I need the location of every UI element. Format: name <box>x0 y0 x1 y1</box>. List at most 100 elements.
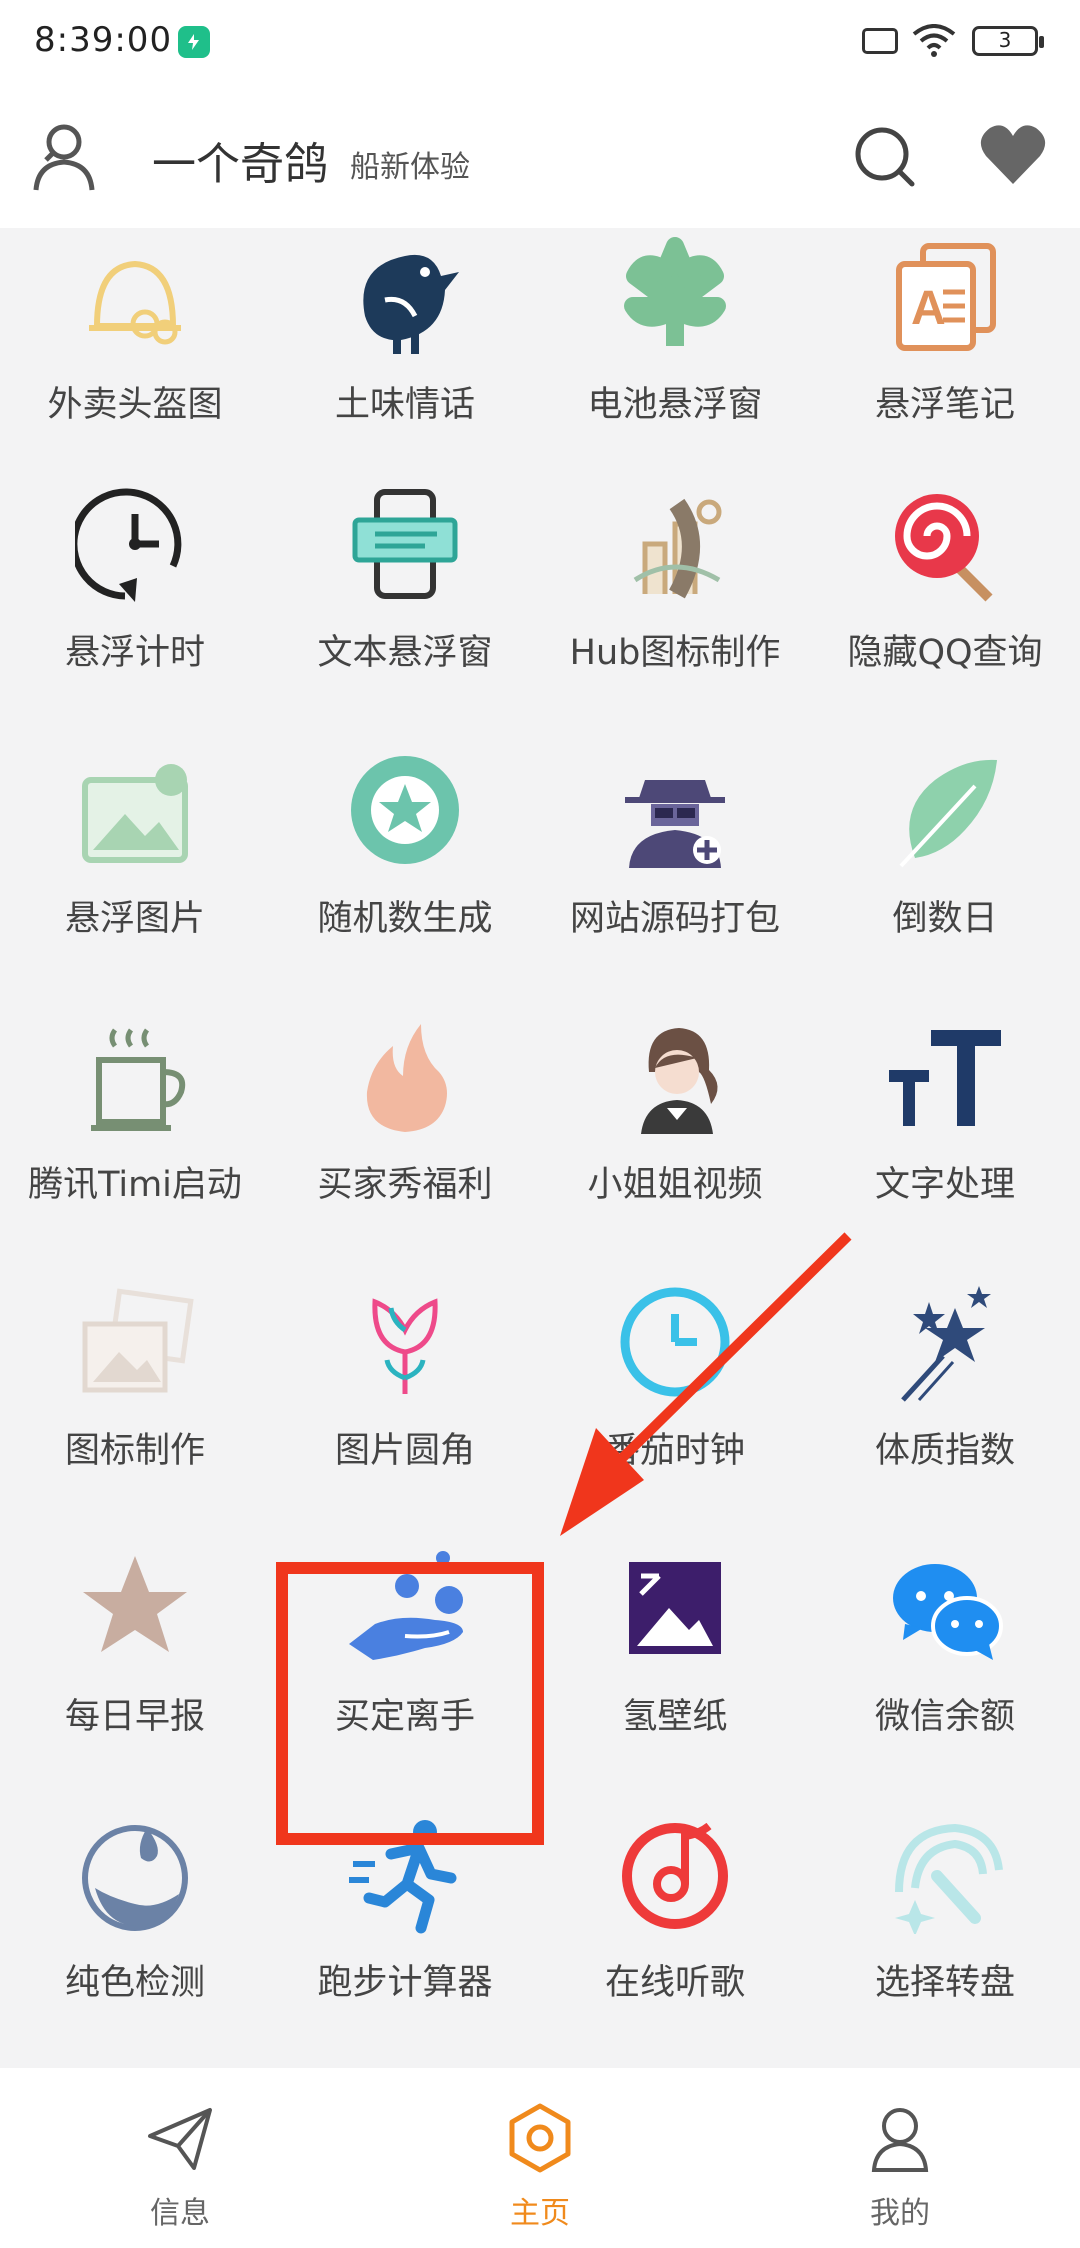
highlight-box <box>276 1562 544 1845</box>
home-hex-icon <box>509 2103 571 2173</box>
tool-label: 纯色检测 <box>64 1963 205 2003</box>
text-window-icon <box>352 489 458 599</box>
tool-label: 网站源码打包 <box>569 899 780 939</box>
tool-wallpaper[interactable]: 氢壁纸 <box>540 1548 810 1823</box>
magic-wand-icon <box>901 1286 991 1402</box>
tool-drop[interactable]: 纯色检测 <box>0 1814 270 2089</box>
tool-label: Hub图标制作 <box>569 633 781 673</box>
tool-leaf[interactable]: 电池悬浮窗 <box>540 236 810 511</box>
tool-label: 图片圆角 <box>334 1431 475 1471</box>
tool-label: 电池悬浮窗 <box>587 385 763 425</box>
tool-label: 倒数日 <box>892 899 998 939</box>
tool-label: 悬浮图片 <box>64 899 205 939</box>
tool-lollipop[interactable]: 隐藏QQ查询 <box>810 484 1080 759</box>
tool-timer[interactable]: 悬浮计时 <box>0 484 270 759</box>
tool-spy[interactable]: 网站源码打包 <box>540 750 810 1025</box>
app-title: 一个奇鸽 <box>152 139 328 190</box>
person-icon <box>871 2108 929 2172</box>
tool-star[interactable]: 每日早报 <box>0 1548 270 1823</box>
timer-icon <box>75 488 182 602</box>
wallpaper-icon <box>629 1562 721 1654</box>
nav-label: 信息 <box>150 2196 210 2231</box>
tool-label: 买家秀福利 <box>317 1165 493 1205</box>
status-time: 8:39:00 <box>34 20 173 60</box>
nav-home[interactable]: 主页 <box>440 2086 640 2248</box>
spinner-icon <box>895 1823 1003 1934</box>
tool-bird[interactable]: 土味情话 <box>270 236 540 511</box>
spy-icon <box>625 780 725 868</box>
tool-text-size[interactable]: 文字处理 <box>810 1016 1080 1291</box>
tool-label: 外卖头盔图 <box>47 385 223 425</box>
user-search-icon[interactable] <box>30 122 98 194</box>
tool-label: 文本悬浮窗 <box>317 633 493 673</box>
tool-label: 文字处理 <box>874 1165 1015 1205</box>
nav-messages[interactable]: 信息 <box>80 2086 280 2248</box>
tool-coffee[interactable]: 腾讯Timi启动 <box>0 1016 270 1291</box>
text-size-icon <box>889 1030 1001 1126</box>
hub-icon <box>633 498 722 599</box>
send-icon <box>148 2108 212 2170</box>
app-badge-icon <box>178 26 210 58</box>
nav-label: 主页 <box>510 2196 570 2231</box>
tool-hub[interactable]: Hub图标制作 <box>540 484 810 759</box>
search-icon[interactable] <box>852 124 918 190</box>
tool-label: 微信余额 <box>874 1697 1015 1737</box>
tool-runner[interactable]: 跑步计算器 <box>270 1814 540 2089</box>
nav-profile[interactable]: 我的 <box>800 2086 1000 2248</box>
tool-photo-stack[interactable]: 图标制作 <box>0 1282 270 1557</box>
battery-icon: 3 <box>972 26 1044 56</box>
flame-icon <box>366 1024 447 1132</box>
tool-label: 图标制作 <box>64 1431 205 1471</box>
svg-text:A: A <box>911 282 946 335</box>
tool-label: 每日早报 <box>64 1697 205 1737</box>
tool-label: 氢壁纸 <box>622 1697 728 1737</box>
feather-icon <box>899 759 997 868</box>
bird-icon <box>363 254 459 354</box>
clock-icon <box>620 1287 730 1397</box>
tool-label: 在线听歌 <box>604 1963 745 2003</box>
tool-label: 小姐姐视频 <box>587 1165 763 1205</box>
image-icon <box>82 764 188 863</box>
coffee-icon <box>91 1028 186 1131</box>
lollipop-icon <box>895 494 993 602</box>
favorite-heart-icon[interactable] <box>978 122 1048 188</box>
tool-music[interactable]: 在线听歌 <box>540 1814 810 2089</box>
tool-text-window[interactable]: 文本悬浮窗 <box>270 484 540 759</box>
tool-label: 悬浮计时 <box>64 633 205 673</box>
tool-star-circle[interactable]: 随机数生成 <box>270 750 540 1025</box>
tulip-icon <box>372 1298 438 1394</box>
bottom-nav: 信息 主页 我的 <box>0 2086 1080 2248</box>
leaf-icon <box>624 237 726 346</box>
drop-icon <box>82 1825 188 1931</box>
tool-tulip[interactable]: 图片圆角 <box>270 1282 540 1557</box>
app-header: 一个奇鸽 船新体验 <box>0 90 1080 228</box>
tool-label: 体质指数 <box>874 1431 1015 1471</box>
tool-notes[interactable]: A 悬浮笔记 <box>810 236 1080 511</box>
star-circle-icon <box>351 756 459 864</box>
tool-image[interactable]: 悬浮图片 <box>0 750 270 1025</box>
tool-label: 土味情话 <box>334 385 475 425</box>
girl-icon <box>641 1028 718 1134</box>
notes-icon: A <box>896 243 996 351</box>
tool-spinner[interactable]: 选择转盘 <box>810 1814 1080 2089</box>
nav-label: 我的 <box>870 2196 930 2231</box>
app-subtitle: 船新体验 <box>350 150 470 185</box>
tool-girl[interactable]: 小姐姐视频 <box>540 1016 810 1291</box>
tool-helmet[interactable]: 外卖头盔图 <box>0 236 270 511</box>
tool-label: 跑步计算器 <box>317 1963 493 2003</box>
tool-magic-wand[interactable]: 体质指数 <box>810 1282 1080 1557</box>
tool-clock[interactable]: 番茄时钟 <box>540 1282 810 1557</box>
music-icon <box>622 1822 728 1929</box>
tool-label: 随机数生成 <box>317 899 493 939</box>
tool-wechat[interactable]: 微信余额 <box>810 1548 1080 1823</box>
tool-label: 腾讯Timi启动 <box>28 1165 242 1205</box>
tool-label: 番茄时钟 <box>604 1431 745 1471</box>
sim-icon <box>862 28 898 54</box>
tool-label: 选择转盘 <box>874 1963 1015 2003</box>
tool-feather[interactable]: 倒数日 <box>810 750 1080 1025</box>
tool-label: 悬浮笔记 <box>874 385 1015 425</box>
battery-level: 3 <box>998 28 1012 52</box>
tool-flame[interactable]: 买家秀福利 <box>270 1016 540 1291</box>
tool-label: 隐藏QQ查询 <box>847 633 1043 673</box>
helmet-icon <box>89 260 181 345</box>
